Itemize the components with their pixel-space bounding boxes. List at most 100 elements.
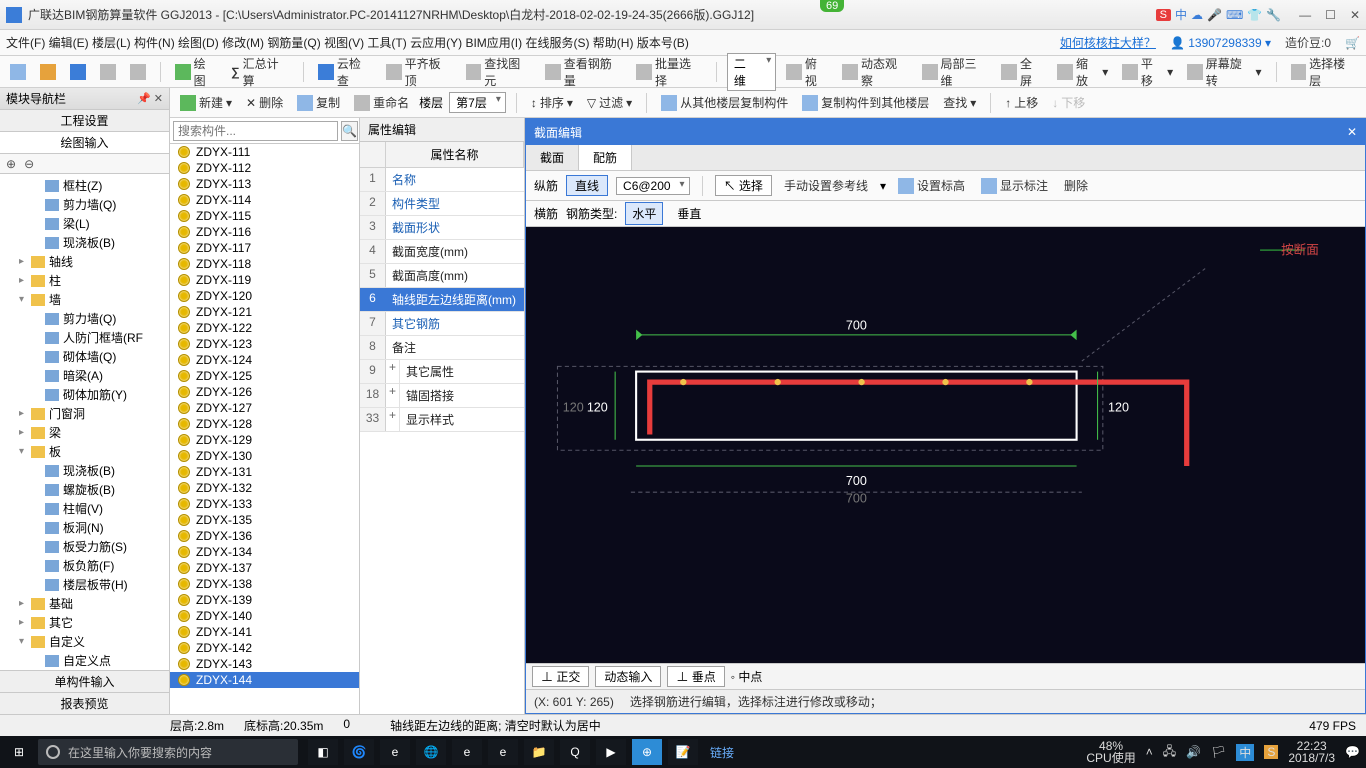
menu-item[interactable]: 楼层(L) <box>92 36 131 50</box>
view-mode-select[interactable]: 二维 <box>727 53 776 91</box>
new-file-button[interactable] <box>6 62 30 82</box>
horizontal-option[interactable]: 水平 <box>625 202 663 225</box>
show-annotation-button[interactable]: 显示标注 <box>977 175 1052 196</box>
menu-item[interactable]: 编辑(E) <box>49 36 89 50</box>
cloud-check-button[interactable]: 云检查 <box>314 53 376 91</box>
list-item[interactable]: ZDYX-122 <box>170 320 359 336</box>
link-label[interactable]: 链接 <box>710 744 734 761</box>
menu-item[interactable]: 文件(F) <box>6 36 45 50</box>
fullscreen-button[interactable]: 全屏 <box>997 53 1047 91</box>
tree-folder[interactable]: ▸梁 <box>0 423 169 442</box>
new-component-button[interactable]: 新建 ▾ <box>176 92 236 113</box>
tree-folder[interactable]: ▸轴线 <box>0 252 169 271</box>
component-search-input[interactable] <box>173 121 338 141</box>
list-item[interactable]: ZDYX-136 <box>170 528 359 544</box>
list-item[interactable]: ZDYX-135 <box>170 512 359 528</box>
tree-leaf[interactable]: 板洞(N) <box>0 518 169 537</box>
list-item[interactable]: ZDYX-143 <box>170 656 359 672</box>
switch-draw-button[interactable]: 绘图 <box>171 53 221 91</box>
notification-icon[interactable]: 💬 <box>1345 745 1360 759</box>
tab-rebar[interactable]: 配筋 <box>579 145 632 170</box>
tray-flag-icon[interactable]: 🏳 <box>1211 745 1226 759</box>
redo-button[interactable] <box>126 62 150 82</box>
property-row[interactable]: 8备注 <box>360 336 524 360</box>
list-item[interactable]: ZDYX-121 <box>170 304 359 320</box>
tree-folder[interactable]: ▾板 <box>0 442 169 461</box>
sort-button[interactable]: ↕ 排序 ▾ <box>527 92 577 113</box>
list-item[interactable]: ZDYX-130 <box>170 448 359 464</box>
notification-badge[interactable]: 69 <box>820 0 844 12</box>
move-down-button[interactable]: ↓ 下移 <box>1048 92 1089 113</box>
move-up-button[interactable]: ↑ 上移 <box>1001 92 1042 113</box>
flat-slab-button[interactable]: 平齐板顶 <box>382 53 456 91</box>
report-preview-tab[interactable]: 报表预览 <box>0 692 169 714</box>
tree-leaf[interactable]: 板负筋(F) <box>0 556 169 575</box>
property-row[interactable]: 9+其它属性 <box>360 360 524 384</box>
list-item[interactable]: ZDYX-116 <box>170 224 359 240</box>
list-item[interactable]: ZDYX-132 <box>170 480 359 496</box>
tree-folder[interactable]: ▸基础 <box>0 594 169 613</box>
orbit-button[interactable]: 动态观察 <box>838 53 912 91</box>
menu-item[interactable]: 钢筋量(Q) <box>267 36 320 50</box>
window-maximize-button[interactable]: ☐ <box>1325 8 1336 22</box>
taskbar-app-8[interactable]: ▶ <box>596 739 626 765</box>
tree-folder[interactable]: ▸柱 <box>0 271 169 290</box>
menu-item[interactable]: 修改(M) <box>222 36 264 50</box>
property-row[interactable]: 4截面宽度(mm) <box>360 240 524 264</box>
tray-up-icon[interactable]: ˄ <box>1146 745 1153 759</box>
rotate-screen-button[interactable]: 屏幕旋转 ▾ <box>1183 53 1265 91</box>
taskbar-app-1[interactable]: 🌀 <box>344 739 374 765</box>
nav-tree[interactable]: 框柱(Z)剪力墙(Q)梁(L)现浇板(B)▸轴线▸柱▾墙剪力墙(Q)人防门框墙(… <box>0 174 169 670</box>
property-row[interactable]: 6轴线距左边线距离(mm) <box>360 288 524 312</box>
tray-ime[interactable]: 中 <box>1236 744 1254 761</box>
tree-folder[interactable]: ▸门窗洞 <box>0 404 169 423</box>
list-item[interactable]: ZDYX-126 <box>170 384 359 400</box>
top-view-button[interactable]: 俯视 <box>782 53 832 91</box>
list-item[interactable]: ZDYX-127 <box>170 400 359 416</box>
window-close-button[interactable]: ✕ <box>1350 8 1360 22</box>
taskbar-app-7[interactable]: Q <box>560 739 590 765</box>
property-row[interactable]: 1名称 <box>360 168 524 192</box>
list-item[interactable]: ZDYX-137 <box>170 560 359 576</box>
select-button[interactable]: ↖ 选择 <box>715 175 772 196</box>
property-row[interactable]: 3截面形状 <box>360 216 524 240</box>
nav-tab-project[interactable]: 工程设置 <box>0 110 169 132</box>
collapse-icon[interactable]: ⊖ <box>24 157 34 171</box>
search-button[interactable]: 🔍 <box>341 121 358 141</box>
menu-item[interactable]: 在线服务(S) <box>525 36 589 50</box>
list-item[interactable]: ZDYX-139 <box>170 592 359 608</box>
start-button[interactable]: ⊞ <box>6 739 32 765</box>
undo-button[interactable] <box>96 62 120 82</box>
batch-select-button[interactable]: 批量选择 <box>632 53 706 91</box>
menu-item[interactable]: 云应用(Y) <box>410 36 462 50</box>
copy-from-floor-button[interactable]: 从其他楼层复制构件 <box>657 92 792 113</box>
task-view-icon[interactable]: ◧ <box>308 739 338 765</box>
tree-folder[interactable]: ▾自定义 <box>0 632 169 651</box>
pick-floor-button[interactable]: 选择楼层 <box>1287 53 1361 91</box>
menu-item[interactable]: 绘图(D) <box>178 36 219 50</box>
taskbar-app-3[interactable]: 🌐 <box>416 739 446 765</box>
list-item[interactable]: ZDYX-112 <box>170 160 359 176</box>
pin-icon[interactable]: 📌 ✕ <box>137 92 163 105</box>
cart-icon[interactable]: 🛒 <box>1345 36 1360 50</box>
single-input-tab[interactable]: 单构件输入 <box>0 670 169 692</box>
tab-section[interactable]: 截面 <box>526 145 579 170</box>
tree-leaf[interactable]: 砌体墙(Q) <box>0 347 169 366</box>
list-item[interactable]: ZDYX-134 <box>170 544 359 560</box>
tree-leaf[interactable]: 剪力墙(Q) <box>0 195 169 214</box>
property-row[interactable]: 7其它钢筋 <box>360 312 524 336</box>
midpoint-snap-button[interactable]: ◦ 中点 <box>731 668 763 685</box>
property-row[interactable]: 33+显示样式 <box>360 408 524 432</box>
tree-leaf[interactable]: 砌体加筋(Y) <box>0 385 169 404</box>
find-element-button[interactable]: 查找图元 <box>462 53 536 91</box>
list-item[interactable]: ZDYX-120 <box>170 288 359 304</box>
menu-item[interactable]: BIM应用(I) <box>465 36 522 50</box>
list-item[interactable]: ZDYX-131 <box>170 464 359 480</box>
menu-item[interactable]: 帮助(H) <box>593 36 634 50</box>
taskbar-search[interactable]: 在这里输入你要搜索的内容 <box>38 739 298 765</box>
menu-item[interactable]: 版本号(B) <box>637 36 689 50</box>
tray-sogou-icon[interactable]: S <box>1264 745 1278 759</box>
dynamic-input-button[interactable]: 动态输入 <box>595 666 661 687</box>
taskbar-app-active[interactable]: ⊕ <box>632 739 662 765</box>
filter-button[interactable]: ▽ 过滤 ▾ <box>583 92 636 113</box>
